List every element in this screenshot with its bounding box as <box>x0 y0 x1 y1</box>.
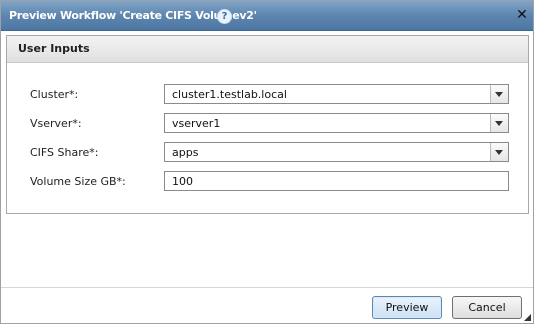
preview-button[interactable]: Preview <box>372 296 442 319</box>
vserver-label: Vserver*: <box>30 117 82 130</box>
cancel-button[interactable]: Cancel <box>452 296 522 319</box>
panel-title: User Inputs <box>18 42 90 55</box>
volume-size-label: Volume Size GB*: <box>30 175 126 188</box>
footer-divider <box>1 287 533 288</box>
vserver-select[interactable]: vserver1 <box>164 113 509 133</box>
close-icon[interactable]: ✕ <box>515 7 529 23</box>
dialog-titlebar[interactable]: Preview Workflow 'Create CIFS Volumev2' … <box>1 1 533 31</box>
chevron-down-icon[interactable] <box>490 114 508 132</box>
volume-size-value: 100 <box>172 175 193 188</box>
cifs-share-select[interactable]: apps <box>164 142 509 162</box>
cluster-value: cluster1.testlab.local <box>172 88 287 101</box>
volume-size-input[interactable]: 100 <box>164 171 509 191</box>
resize-grip-icon[interactable] <box>524 314 531 321</box>
cluster-select[interactable]: cluster1.testlab.local <box>164 84 509 104</box>
user-inputs-panel: User Inputs Cluster*: cluster1.testlab.l… <box>6 35 529 214</box>
cifs-share-value: apps <box>172 146 199 159</box>
help-icon[interactable]: ? <box>217 9 232 24</box>
preview-workflow-dialog: Preview Workflow 'Create CIFS Volumev2' … <box>0 0 534 324</box>
vserver-value: vserver1 <box>172 117 221 130</box>
panel-header: User Inputs <box>7 36 528 63</box>
chevron-down-icon[interactable] <box>490 85 508 103</box>
cifs-share-label: CIFS Share*: <box>30 146 99 159</box>
chevron-down-icon[interactable] <box>490 143 508 161</box>
cluster-label: Cluster*: <box>30 88 79 101</box>
